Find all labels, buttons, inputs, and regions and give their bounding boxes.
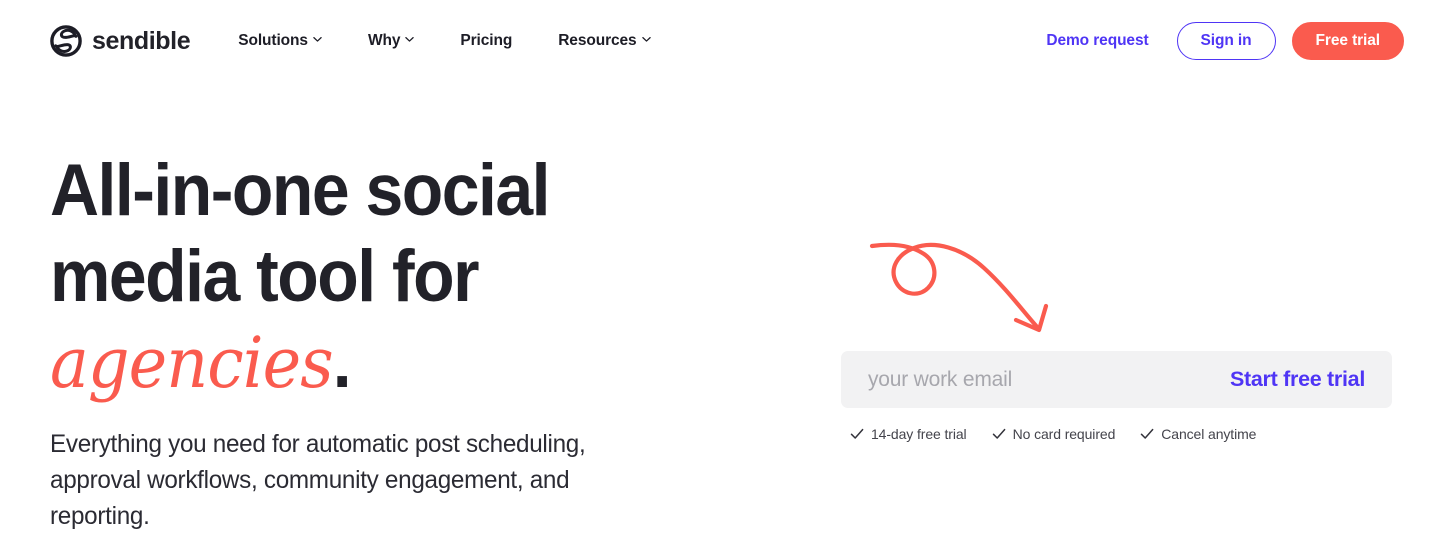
nav-item-why[interactable]: Why (367, 24, 415, 58)
hero-copy-block: All-in-one social media tool for agencies… (50, 148, 840, 534)
perk-item: Cancel anytime (1140, 426, 1256, 442)
perk-item: No card required (992, 426, 1116, 442)
hand-drawn-looping-arrow-icon (866, 232, 1066, 340)
check-icon (992, 427, 1006, 441)
nav-item-why-label: Why (367, 32, 401, 49)
perk-label: 14-day free trial (871, 426, 967, 442)
nav-item-pricing[interactable]: Pricing (460, 24, 512, 58)
email-input[interactable] (868, 351, 1230, 408)
nav-item-resources[interactable]: Resources (558, 24, 651, 58)
brand-logo-link[interactable]: sendible (50, 25, 191, 57)
nav-item-resources-label: Resources (558, 32, 637, 49)
check-icon (1140, 427, 1154, 441)
hero-subheadline: Everything you need for automatic post s… (50, 430, 586, 530)
top-navigation-bar: sendible Solutions Why Pricing Resources (0, 0, 1452, 82)
start-free-trial-button[interactable]: Start free trial (1230, 367, 1365, 392)
signup-form: Start free trial (841, 351, 1392, 408)
sendible-circle-s-logo-icon (50, 25, 82, 57)
page-title: All-in-one social media tool for agencies… (50, 148, 785, 406)
nav-item-solutions-label: Solutions (238, 32, 308, 49)
sign-in-button[interactable]: Sign in (1176, 21, 1276, 61)
chevron-down-icon (641, 36, 651, 45)
primary-nav-links: Solutions Why Pricing Resources (238, 24, 651, 58)
chevron-down-icon (313, 36, 322, 45)
check-icon (850, 427, 864, 441)
demo-request-link[interactable]: Demo request (1046, 32, 1148, 50)
nav-actions: Demo request Sign in Free trial (1046, 21, 1404, 61)
perk-label: Cancel anytime (1161, 426, 1257, 442)
signup-perks-list: 14-day free trial No card required Cance… (841, 426, 1392, 442)
nav-item-pricing-label: Pricing (460, 32, 513, 49)
headline-period: . (332, 322, 352, 403)
perk-label: No card required (1012, 426, 1116, 442)
headline-accent-word: agencies (50, 322, 334, 404)
signup-form-block: Start free trial 14-day free trial No ca… (841, 351, 1392, 442)
chevron-down-icon (405, 36, 415, 45)
nav-item-solutions[interactable]: Solutions (238, 24, 322, 58)
headline-line-2-prefix: media tool for (50, 236, 480, 317)
brand-name-text: sendible (92, 26, 191, 55)
free-trial-button[interactable]: Free trial (1291, 21, 1404, 61)
headline-line-1: All-in-one social (50, 150, 551, 231)
perk-item: 14-day free trial (850, 426, 967, 442)
